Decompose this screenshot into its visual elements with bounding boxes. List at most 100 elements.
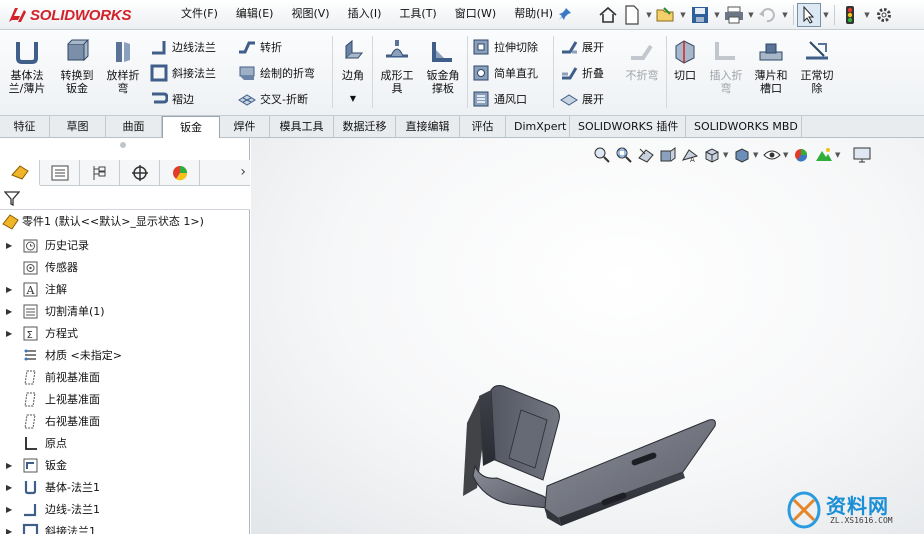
- tree-item-edge-flange[interactable]: ▶ 边线-法兰1: [0, 498, 250, 520]
- print-icon[interactable]: [722, 3, 746, 27]
- new-document-icon[interactable]: [620, 3, 644, 27]
- chevron-down-icon[interactable]: ▼: [753, 151, 761, 159]
- tree-item-cut-list[interactable]: ▶ 切割清单(1): [0, 300, 250, 322]
- chevron-down-icon[interactable]: ▼: [712, 3, 722, 27]
- menu-file[interactable]: 文件(F): [172, 6, 227, 22]
- sheet-metal-gusset-button[interactable]: 钣金角 撑板: [420, 38, 466, 95]
- previous-view-icon[interactable]: [635, 145, 657, 165]
- expand-arrow-icon[interactable]: ▶: [6, 307, 12, 316]
- configuration-manager-tab[interactable]: [80, 160, 120, 186]
- menu-tools[interactable]: 工具(T): [390, 6, 445, 22]
- no-bends-button[interactable]: 不折弯: [620, 38, 664, 82]
- tree-item-history[interactable]: ▶ 历史记录: [0, 234, 250, 256]
- tab-solidworks-addins[interactable]: SOLIDWORKS 插件: [570, 116, 686, 137]
- tree-item-top-plane[interactable]: 上视基准面: [0, 388, 250, 410]
- zoom-to-fit-icon[interactable]: [591, 145, 613, 165]
- tab-data-migration[interactable]: 数据迁移: [334, 116, 396, 137]
- tab-surfaces[interactable]: 曲面: [106, 116, 162, 137]
- menu-view[interactable]: 视图(V): [282, 6, 338, 22]
- expand-arrow-icon[interactable]: ▶: [6, 505, 12, 514]
- unfold-button[interactable]: 展开: [560, 36, 604, 58]
- tree-item-equations[interactable]: ▶ Σ 方程式: [0, 322, 250, 344]
- menu-edit[interactable]: 编辑(E): [227, 6, 283, 22]
- insert-bends-button[interactable]: 插入折 弯: [704, 38, 748, 95]
- tab-sketch[interactable]: 草图: [50, 116, 106, 137]
- save-icon[interactable]: [688, 3, 712, 27]
- expand-arrow-icon[interactable]: ▶: [6, 329, 12, 338]
- chevron-down-icon[interactable]: ▼: [780, 3, 790, 27]
- chevron-down-icon[interactable]: ▼: [350, 92, 356, 105]
- tree-item-sensors[interactable]: 传感器: [0, 256, 250, 278]
- menu-help[interactable]: 帮助(H): [505, 6, 562, 22]
- corners-button[interactable]: 边角 ▼: [336, 38, 370, 105]
- tree-item-sheet-metal[interactable]: ▶ 钣金: [0, 454, 250, 476]
- forming-tool-button[interactable]: 成形工 具: [376, 38, 418, 95]
- options-gear-icon[interactable]: [872, 3, 896, 27]
- chevron-down-icon[interactable]: ▼: [746, 3, 756, 27]
- cross-break-button[interactable]: 交叉-折断: [238, 88, 308, 110]
- feature-manager-tab[interactable]: [0, 160, 40, 186]
- expand-arrow-icon[interactable]: ▶: [6, 285, 12, 294]
- chevron-down-icon[interactable]: ▼: [862, 3, 872, 27]
- base-flange-button[interactable]: 基体法 兰/薄片: [4, 38, 50, 95]
- undo-icon[interactable]: [756, 3, 780, 27]
- normal-cut-button[interactable]: 正常切 除: [796, 38, 838, 95]
- home-icon[interactable]: [596, 3, 620, 27]
- expand-arrow-icon[interactable]: ▶: [6, 483, 12, 492]
- tree-item-front-plane[interactable]: 前视基准面: [0, 366, 250, 388]
- tree-item-right-plane[interactable]: 右视基准面: [0, 410, 250, 432]
- tree-item-base-flange[interactable]: ▶ 基体-法兰1: [0, 476, 250, 498]
- menu-window[interactable]: 窗口(W): [446, 6, 505, 22]
- property-manager-tab[interactable]: [40, 160, 80, 186]
- fold-button[interactable]: 折叠: [560, 62, 604, 84]
- sketched-bend-button[interactable]: 绘制的折弯: [238, 62, 315, 84]
- expand-arrow-icon[interactable]: ▶: [6, 527, 12, 534]
- edit-appearance-icon[interactable]: [791, 145, 813, 165]
- tab-evaluate[interactable]: 评估: [460, 116, 506, 137]
- tab-and-slot-button[interactable]: 薄片和 槽口: [750, 38, 792, 95]
- chevron-down-icon[interactable]: ▼: [821, 3, 831, 27]
- hide-show-items-icon[interactable]: [761, 145, 783, 165]
- section-view-icon[interactable]: [657, 145, 679, 165]
- simple-hole-button[interactable]: 简单直孔: [472, 62, 538, 84]
- tab-dimxpert[interactable]: DimXpert: [506, 116, 570, 137]
- convert-to-sheet-metal-button[interactable]: 转换到 钣金: [54, 38, 100, 95]
- open-icon[interactable]: [654, 3, 678, 27]
- tab-direct-editing[interactable]: 直接编辑: [396, 116, 460, 137]
- tree-item-material[interactable]: 材质 <未指定>: [0, 344, 250, 366]
- edge-flange-button[interactable]: 边线法兰: [150, 36, 216, 58]
- expand-arrow-icon[interactable]: ▶: [6, 241, 12, 250]
- traffic-light-icon[interactable]: [838, 3, 862, 27]
- chevron-down-icon[interactable]: ▼: [835, 151, 843, 159]
- tree-item-miter-flange[interactable]: ▶ 斜接法兰1: [0, 520, 250, 534]
- solidworks-logo[interactable]: SOLIDWORKS: [6, 4, 152, 26]
- display-manager-tab[interactable]: [160, 160, 200, 186]
- hem-button[interactable]: 褶边: [150, 88, 194, 110]
- jog-button[interactable]: 转折: [238, 36, 282, 58]
- sheet-metal-part-model[interactable]: [451, 368, 731, 534]
- vent-button[interactable]: 通风口: [472, 88, 527, 110]
- chevron-right-icon[interactable]: ›: [240, 164, 246, 180]
- lofted-bend-button[interactable]: 放样折 弯: [102, 38, 144, 95]
- tree-root-part[interactable]: 零件1 (默认<<默认>_显示状态 1>): [0, 210, 250, 232]
- tree-item-annotations[interactable]: ▶ A 注解: [0, 278, 250, 300]
- tab-sheet-metal[interactable]: 钣金: [162, 116, 220, 138]
- expand-arrow-icon[interactable]: ▶: [6, 461, 12, 470]
- zoom-to-area-icon[interactable]: [613, 145, 635, 165]
- display-style-icon[interactable]: [731, 145, 753, 165]
- flatten-button[interactable]: 展开: [560, 88, 604, 110]
- extruded-cut-button[interactable]: 拉伸切除: [472, 36, 538, 58]
- chevron-down-icon[interactable]: ▼: [678, 3, 688, 27]
- miter-flange-button[interactable]: 斜接法兰: [150, 62, 216, 84]
- tab-solidworks-mbd[interactable]: SOLIDWORKS MBD: [686, 116, 802, 137]
- menu-insert[interactable]: 插入(I): [339, 6, 391, 22]
- filter-bar[interactable]: [0, 186, 250, 210]
- tab-mold-tools[interactable]: 模具工具: [270, 116, 334, 137]
- tree-item-origin[interactable]: 原点: [0, 432, 250, 454]
- view-settings-monitor-icon[interactable]: [851, 145, 873, 165]
- tab-features[interactable]: 特征: [0, 116, 50, 137]
- dimxpert-manager-tab[interactable]: [120, 160, 160, 186]
- view-orientation-icon[interactable]: [701, 145, 723, 165]
- dynamic-annotation-icon[interactable]: A: [679, 145, 701, 165]
- pane-grip-handle[interactable]: [120, 142, 126, 148]
